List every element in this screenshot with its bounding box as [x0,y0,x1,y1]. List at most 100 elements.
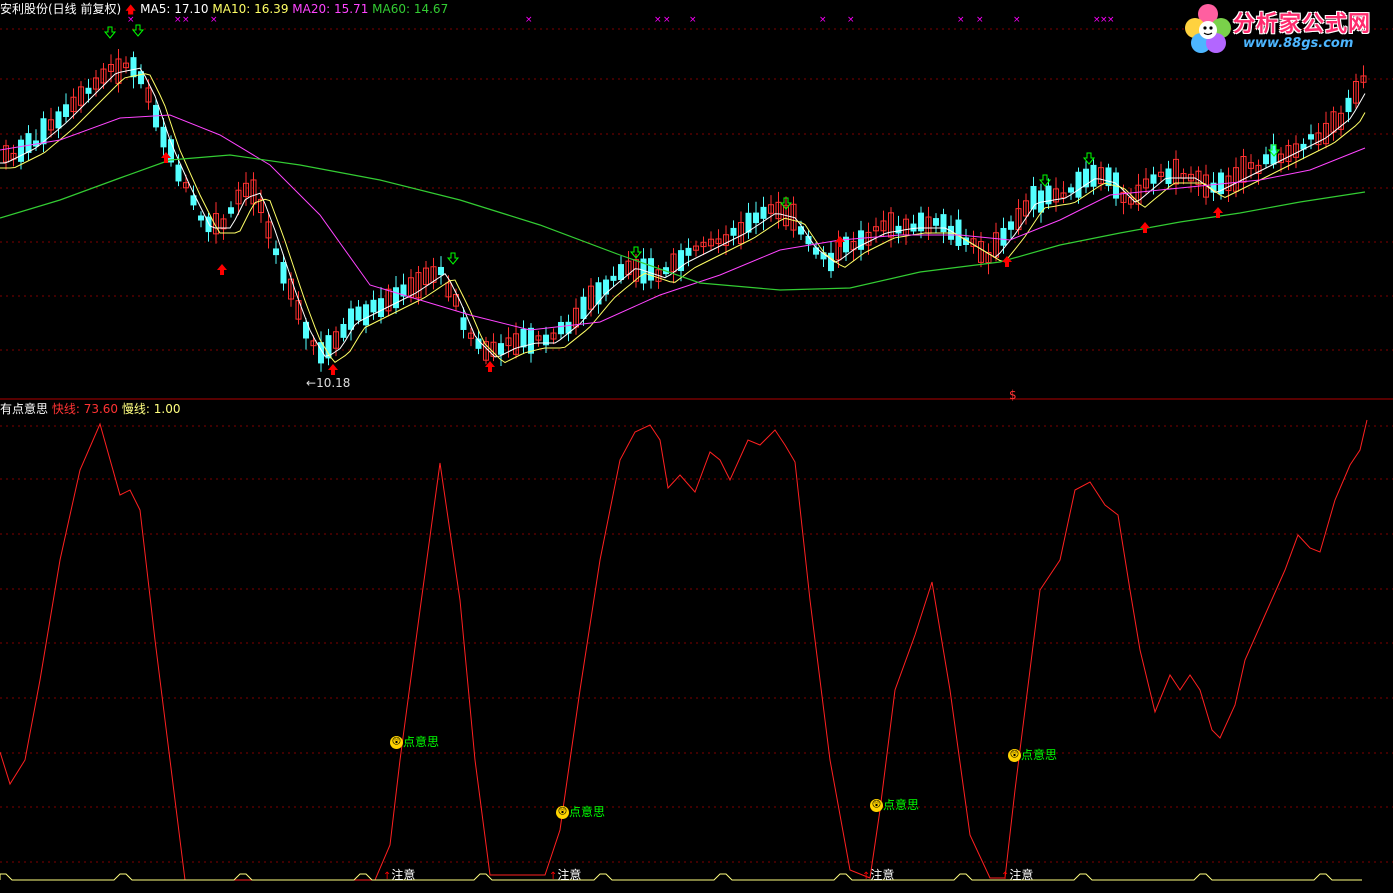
candle-body [955,219,962,246]
candle-body [1165,168,1172,184]
candle-body [1345,97,1352,113]
candle-body [528,327,534,354]
candle-body [228,207,234,214]
x-marker: × [957,15,965,25]
ma10-label: MA10: 16.39 [212,2,289,16]
candle-body [130,57,137,78]
alert-text: 注意 [557,868,582,882]
ma5-line [0,67,1366,358]
up-arrow-icon [217,264,227,275]
candle-body [648,258,654,281]
fast-line-label: 快线: 73.60 [51,402,119,416]
candle-body [438,266,444,276]
candle-body [85,87,92,94]
alert-text: 注意 [870,868,895,882]
alert-text: 注意 [1009,868,1034,882]
signal-text: 点意思 [403,735,440,749]
surprised-face-icon: 😲 [870,799,883,812]
candle-body [198,215,204,221]
x-marker: × [654,15,662,25]
ma20-line [0,114,1366,331]
candle-body [1075,171,1082,198]
logo-title: 分析家公式网 [1233,12,1372,37]
candle-body [1090,164,1097,187]
candle-body [370,299,377,313]
surprised-face-icon: 😲 [1008,749,1021,762]
slow-line-label: 慢线: 1.00 [121,402,181,416]
candle-body [745,212,752,233]
candle-body [940,214,947,233]
flower-logo-icon [1185,4,1231,53]
candle-body [393,287,399,309]
candle-body [273,248,279,256]
slow-line [0,873,1362,881]
surprised-face-icon: 😲 [390,736,403,749]
alert-label: ↑注意 [383,866,415,883]
up-arrow-icon [1140,222,1150,233]
candle-body [828,252,834,272]
x-marker: × [819,15,827,25]
indicator-legend: 有点意思 快线: 73.60 慢线: 1.00 [0,402,180,416]
logo-url: www.88gs.com [1243,36,1354,51]
candle-body [25,133,32,153]
candle-body [580,296,587,319]
candle-body [18,139,24,162]
fast-line [0,419,1368,881]
alert-label: ↑注意 [549,866,581,883]
up-arrow-icon [1002,256,1012,267]
indicator-name: 有点意思 [0,402,49,416]
candle-body [1308,134,1314,140]
x-marker: × [525,15,533,25]
signal-text: 点意思 [1021,748,1058,762]
x-marker: × [976,15,984,25]
candle-body [498,343,504,355]
price-legend: 安利股份(日线 前复权) 🡅 MA5: 17.10 MA10: 16.39 MA… [0,2,448,17]
low-price-value: 10.18 [316,376,351,390]
signal-text: 点意思 [883,798,920,812]
site-logo: 分析家公式网 www.88gs.com [1183,2,1383,56]
candle-body [618,264,624,281]
candle-body [895,225,902,234]
candle-body [1068,187,1074,193]
down-arrow-icon [131,24,145,37]
candle-body [910,223,917,232]
candle-body [138,71,144,85]
x-marker: × [847,15,855,25]
candle-body [280,262,287,284]
signal-label: 😲 点意思 [1008,746,1057,763]
candle-body [685,247,692,256]
candle-body [378,298,384,318]
alert-text: 注意 [391,868,416,882]
candle-body [340,323,347,338]
alert-label: ↑注意 [862,866,894,883]
candle-body [760,206,767,219]
x-marker: × [1107,15,1115,25]
candle-body [610,275,617,281]
candle-body [355,306,362,321]
candle-body [63,104,69,117]
candle-body [1030,186,1037,210]
ma20-label: MA20: 15.71 [292,2,369,16]
low-price-label: ←10.18 [306,376,351,390]
alert-label: ↑注意 [1001,866,1033,883]
ma10-line [0,73,1366,364]
ma60-label: MA60: 14.67 [372,2,449,16]
chart-canvas[interactable]: × × × × × × × × × × × × × × × × [0,0,1393,893]
signal-label: 😲 点意思 [870,796,919,813]
down-arrow-icon [446,252,460,265]
surprised-face-icon: 😲 [556,806,569,819]
up-arrow-icon [328,364,338,375]
candle-body [558,321,564,335]
candle-body [730,227,737,236]
candle-body [520,328,527,348]
up-arrow-icon: 🡅 [125,3,137,16]
candle-body [348,308,354,330]
candle-body [595,282,602,305]
x-marker: × [663,15,671,25]
x-marker: × [689,15,697,25]
candle-body [753,212,759,224]
candle-body [1000,227,1007,246]
candle-body [1150,174,1157,184]
candle-body [160,126,167,148]
candle-body [1263,154,1269,165]
